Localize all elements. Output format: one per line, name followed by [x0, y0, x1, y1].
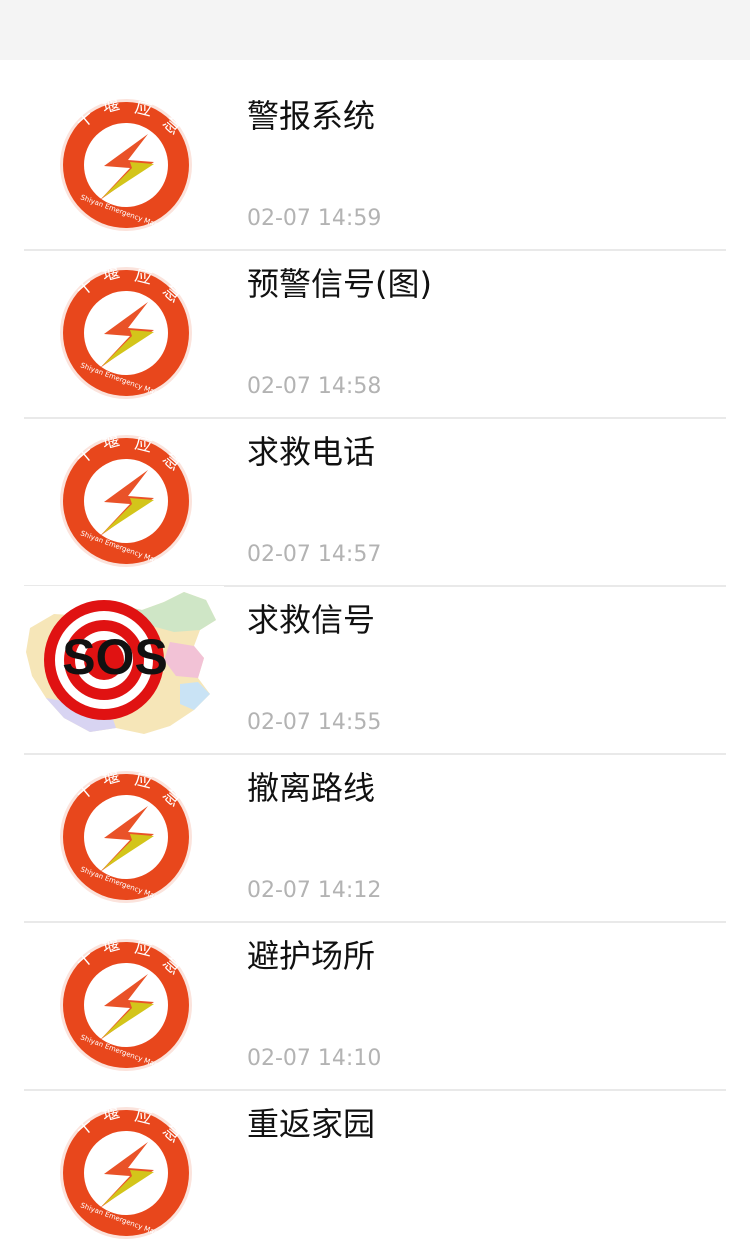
- item-title: 警报系统: [247, 97, 376, 135]
- item-title: 预警信号(图): [247, 265, 432, 303]
- svg-text:堰: 堰: [100, 934, 121, 958]
- list-item[interactable]: 十 堰 应 急 Shiyan Emergency Management 重返家园: [0, 1090, 750, 1258]
- item-timestamp: 02-07 14:57: [247, 542, 382, 567]
- item-timestamp: 02-07 14:10: [247, 1046, 382, 1071]
- svg-text:SOS: SOS: [62, 629, 168, 685]
- shiyan-emergency-logo-icon: 十 堰 应 急 Shiyan Emergency Management: [24, 418, 224, 568]
- list-item[interactable]: 十 堰 应 急 Shiyan Emergency Management 预警信号…: [0, 250, 750, 419]
- list-item[interactable]: 十 堰 应 急 Shiyan Emergency Management 警报系统…: [0, 82, 750, 251]
- item-title: 求救电话: [247, 433, 376, 471]
- svg-text:堰: 堰: [100, 1102, 121, 1126]
- list-item[interactable]: SOS 求救信号 02-07 14:55: [0, 586, 750, 755]
- svg-text:堰: 堰: [100, 94, 121, 118]
- svg-text:堰: 堰: [100, 766, 121, 790]
- shiyan-emergency-logo-icon: 十 堰 应 急 Shiyan Emergency Management: [24, 1090, 224, 1240]
- svg-text:堰: 堰: [100, 430, 121, 454]
- article-list: 十 堰 应 急 Shiyan Emergency Management 警报系统…: [0, 82, 750, 1258]
- top-bar: [0, 0, 750, 60]
- item-timestamp: 02-07 14:12: [247, 878, 382, 903]
- list-item[interactable]: 十 堰 应 急 Shiyan Emergency Management 求救电话…: [0, 418, 750, 587]
- item-title: 避护场所: [247, 937, 376, 975]
- item-timestamp: 02-07 14:58: [247, 374, 382, 399]
- item-timestamp: 02-07 14:59: [247, 206, 382, 231]
- sos-map-icon: SOS: [24, 586, 224, 736]
- shiyan-emergency-logo-icon: 十 堰 应 急 Shiyan Emergency Management: [24, 754, 224, 904]
- item-title: 求救信号: [247, 601, 376, 639]
- svg-text:堰: 堰: [100, 262, 121, 286]
- item-timestamp: 02-07 14:55: [247, 710, 382, 735]
- list-item[interactable]: 十 堰 应 急 Shiyan Emergency Management 避护场所…: [0, 922, 750, 1091]
- shiyan-emergency-logo-icon: 十 堰 应 急 Shiyan Emergency Management: [24, 250, 224, 400]
- item-title: 重返家园: [247, 1105, 376, 1143]
- item-title: 撤离路线: [247, 769, 376, 807]
- list-item[interactable]: 十 堰 应 急 Shiyan Emergency Management 撤离路线…: [0, 754, 750, 923]
- shiyan-emergency-logo-icon: 十 堰 应 急 Shiyan Emergency Management: [24, 922, 224, 1072]
- shiyan-emergency-logo-icon: 十 堰 应 急 Shiyan Emergency Management: [24, 82, 224, 232]
